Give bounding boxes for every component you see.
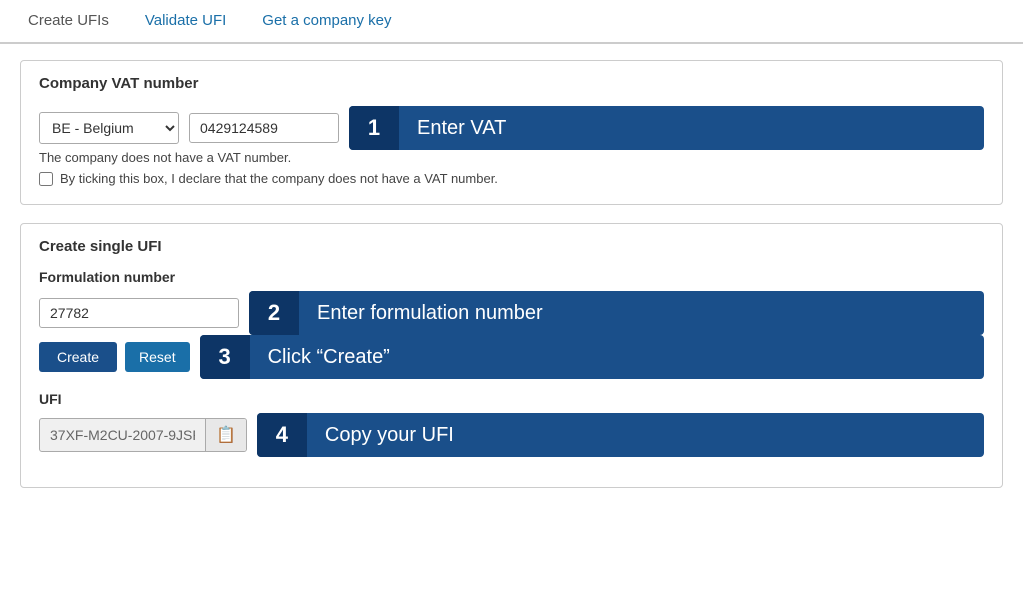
vat-card: Company VAT number BE - Belgium 1 Enter … xyxy=(20,60,1003,205)
vat-row: BE - Belgium 1 Enter VAT xyxy=(39,106,984,150)
action-buttons: Create Reset xyxy=(39,342,190,372)
instruction-number-3: 3 xyxy=(200,335,250,379)
formulation-input[interactable] xyxy=(39,298,239,328)
tab-bar: Create UFIs Validate UFI Get a company k… xyxy=(0,0,1023,44)
formulation-row: 2 Enter formulation number xyxy=(39,291,984,335)
instruction-text-2: Enter formulation number xyxy=(299,302,561,325)
enter-formulation-instruction: 2 Enter formulation number xyxy=(249,291,984,335)
instruction-number-4: 4 xyxy=(257,413,307,457)
tab-create-ufis[interactable]: Create UFIs xyxy=(10,0,127,44)
copy-ufi-instruction: 4 Copy your UFI xyxy=(257,413,984,457)
country-select[interactable]: BE - Belgium xyxy=(39,112,179,144)
ufi-field-wrap: 📋 xyxy=(39,418,247,452)
copy-icon: 📋 xyxy=(216,425,236,445)
vat-input[interactable] xyxy=(189,113,339,143)
instruction-number-1: 1 xyxy=(349,106,399,150)
tab-get-company-key[interactable]: Get a company key xyxy=(244,0,409,44)
tab-validate-ufi[interactable]: Validate UFI xyxy=(127,0,244,44)
reset-button[interactable]: Reset xyxy=(125,342,190,372)
ufi-instruction-row: 📋 4 Copy your UFI xyxy=(39,413,984,457)
ufi-card-title: Create single UFI xyxy=(39,238,984,255)
instruction-text-3: Click “Create” xyxy=(250,346,408,369)
ufi-label: UFI xyxy=(39,391,984,407)
formulation-label: Formulation number xyxy=(39,269,984,285)
main-content: Company VAT number BE - Belgium 1 Enter … xyxy=(0,44,1023,522)
instruction-number-2: 2 xyxy=(249,291,299,335)
enter-vat-instruction: 1 Enter VAT xyxy=(349,106,984,150)
vat-card-title: Company VAT number xyxy=(39,75,984,92)
ufi-output-input[interactable] xyxy=(40,421,205,449)
instruction-text-1: Enter VAT xyxy=(399,117,524,140)
no-vat-text: The company does not have a VAT number. xyxy=(39,150,984,165)
buttons-instruction-row: Create Reset 3 Click “Create” xyxy=(39,335,984,379)
no-vat-checkbox-label: By ticking this box, I declare that the … xyxy=(60,171,498,186)
click-create-instruction: 3 Click “Create” xyxy=(200,335,984,379)
instruction-text-4: Copy your UFI xyxy=(307,424,472,447)
no-vat-checkbox-row: By ticking this box, I declare that the … xyxy=(39,171,984,186)
create-button[interactable]: Create xyxy=(39,342,117,372)
no-vat-checkbox[interactable] xyxy=(39,172,53,186)
ufi-copy-button[interactable]: 📋 xyxy=(205,419,246,451)
ufi-card: Create single UFI Formulation number 2 E… xyxy=(20,223,1003,488)
